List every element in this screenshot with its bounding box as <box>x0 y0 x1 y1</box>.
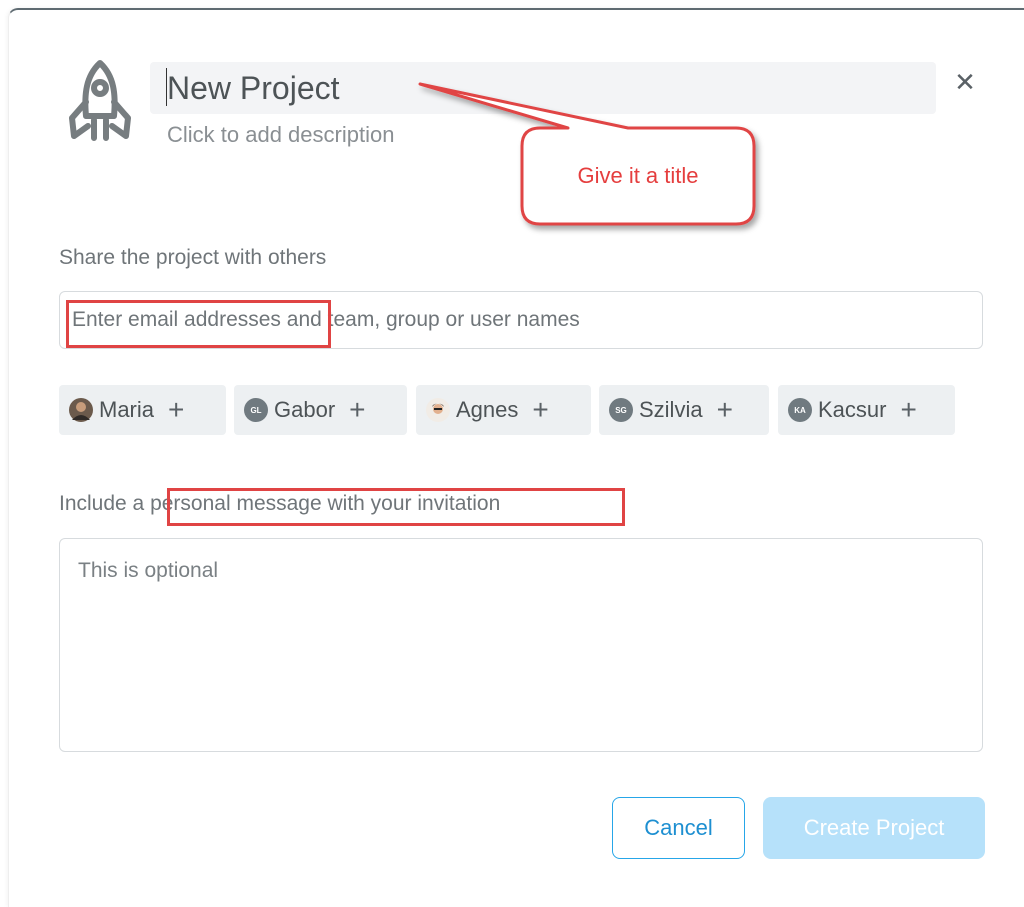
add-icon[interactable]: + <box>168 396 184 424</box>
user-name: Gabor <box>274 397 336 422</box>
user-chip-agnes[interactable]: Agnes + <box>416 385 591 435</box>
text-caret <box>166 68 167 106</box>
callout-text: Give it a title <box>577 163 699 188</box>
message-label: Include a personal message with your inv… <box>59 492 501 515</box>
user-name: Kacsur <box>818 397 887 422</box>
share-label: Share the project with others <box>59 246 327 269</box>
avatar <box>69 398 93 422</box>
cancel-button[interactable]: Cancel <box>612 797 745 859</box>
add-icon[interactable]: + <box>717 396 733 424</box>
avatar <box>426 398 450 422</box>
add-icon[interactable]: + <box>532 396 548 424</box>
create-project-button[interactable]: Create Project <box>763 797 985 859</box>
user-chip-kacsur[interactable]: KA Kacsur + <box>778 385 955 435</box>
user-chip-szilvia[interactable]: SG Szilvia + <box>599 385 769 435</box>
project-description[interactable]: Click to add description <box>167 122 394 148</box>
user-name: Szilvia <box>639 397 703 422</box>
new-project-dialog <box>8 8 1024 907</box>
personal-message-field[interactable] <box>59 538 983 752</box>
user-name: Maria <box>99 397 155 422</box>
avatar: GL <box>244 398 268 422</box>
user-chip-maria[interactable]: Maria + <box>59 385 226 435</box>
user-chip-gabor[interactable]: GL Gabor + <box>234 385 407 435</box>
share-input[interactable] <box>59 291 983 349</box>
rocket-icon <box>69 60 131 141</box>
avatar: SG <box>609 398 633 422</box>
add-icon[interactable]: + <box>900 396 916 424</box>
add-icon[interactable]: + <box>349 396 365 424</box>
user-name: Agnes <box>456 397 519 422</box>
avatar: KA <box>788 398 812 422</box>
close-icon[interactable]: ✕ <box>951 68 979 96</box>
project-title[interactable]: New Project <box>167 68 340 108</box>
